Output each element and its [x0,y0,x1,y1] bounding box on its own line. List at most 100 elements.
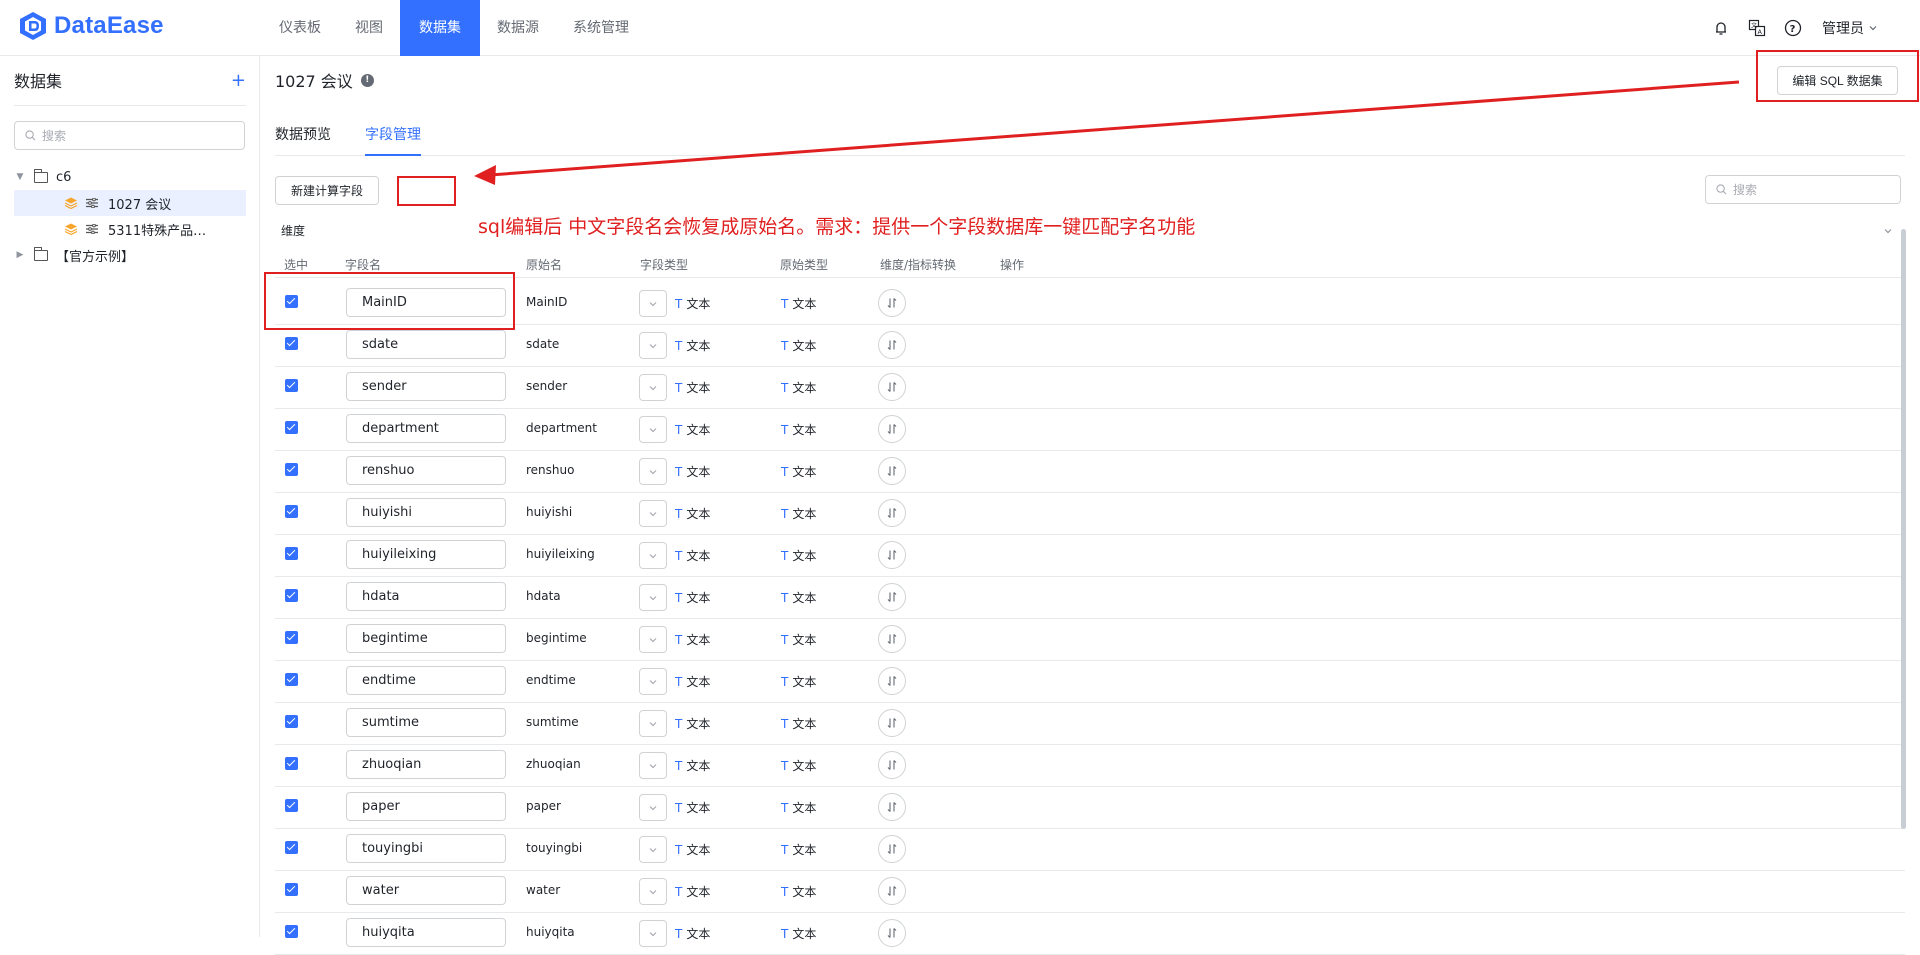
notification-icon[interactable] [1710,17,1732,39]
dim-measure-switch-button[interactable] [878,793,906,821]
dim-measure-switch-button[interactable] [878,709,906,737]
field-name-input[interactable]: paper [346,792,506,821]
field-type-select[interactable] [639,416,667,443]
dim-measure-switch-button[interactable] [878,625,906,653]
field-name-input[interactable]: water [346,876,506,905]
user-menu[interactable]: 管理员 [1822,18,1878,38]
select-checkbox[interactable] [285,799,298,812]
select-checkbox[interactable] [285,841,298,854]
field-name-input[interactable]: department [346,414,506,443]
field-type-select[interactable] [639,626,667,653]
caret-down-icon[interactable]: ▼ [14,172,26,182]
dim-measure-switch-button[interactable] [878,835,906,863]
language-icon[interactable]: 文A [1746,17,1768,39]
field-type-select[interactable] [639,920,667,947]
nav-datasource[interactable]: 数据源 [480,0,556,56]
field-name-input[interactable]: zhuoqian [346,750,506,779]
tab-data-preview[interactable]: 数据预览 [275,120,331,156]
origin-name: MainID [526,295,568,309]
dim-measure-switch-button[interactable] [878,457,906,485]
tab-field-management[interactable]: 字段管理 [365,120,421,156]
dim-measure-switch-button[interactable] [878,289,906,317]
dim-measure-switch-button[interactable] [878,541,906,569]
field-name-input[interactable]: huiyileixing [346,540,506,569]
select-checkbox[interactable] [285,631,298,644]
select-checkbox[interactable] [285,757,298,770]
tree-folder-c6[interactable]: ▼ c6 [14,164,246,190]
select-checkbox[interactable] [285,589,298,602]
add-dataset-icon[interactable]: + [231,70,246,92]
field-type-select[interactable] [639,668,667,695]
dim-measure-switch-button[interactable] [878,499,906,527]
field-name-input[interactable]: sdate [346,330,506,359]
tree-item-1027-meeting[interactable]: 1027 会议 [14,190,246,216]
help-icon[interactable]: ? [1782,17,1804,39]
field-name-input[interactable]: sender [346,372,506,401]
field-name-input[interactable]: huiyishi [346,498,506,527]
collapse-chevron-icon[interactable] [1883,226,1893,236]
field-name-input[interactable]: touyingbi [346,834,506,863]
field-name-input[interactable]: sumtime [346,708,506,737]
field-type-select[interactable] [639,794,667,821]
dim-measure-switch-button[interactable] [878,373,906,401]
new-calculated-field-button[interactable]: 新建计算字段 [275,176,379,205]
dim-measure-switch-button[interactable] [878,415,906,443]
swap-icon [887,592,897,602]
field-name-input[interactable]: endtime [346,666,506,695]
field-type-select[interactable] [639,542,667,569]
select-checkbox[interactable] [285,463,298,476]
select-checkbox[interactable] [285,715,298,728]
dim-measure-switch-button[interactable] [878,583,906,611]
field-type-select[interactable] [639,500,667,527]
field-type-select[interactable] [639,878,667,905]
field-name-input[interactable]: begintime [346,624,506,653]
chevron-down-icon [649,343,657,348]
field-name-input[interactable]: renshuo [346,456,506,485]
chevron-down-icon [649,637,657,642]
select-checkbox[interactable] [285,379,298,392]
nav-dataset[interactable]: 数据集 [400,0,480,56]
field-type-select[interactable] [639,332,667,359]
app-name: DataEase [54,12,164,39]
dim-measure-switch-button[interactable] [878,667,906,695]
logo[interactable]: DataEase [18,11,164,41]
nav-view[interactable]: 视图 [338,0,400,56]
info-icon[interactable]: ! [360,73,374,87]
text-type-icon: T [781,843,789,857]
dim-measure-switch-button[interactable] [878,751,906,779]
field-type-text: 文本 [686,717,711,731]
select-checkbox[interactable] [285,421,298,434]
field-name-input[interactable]: hdata [346,582,506,611]
select-checkbox[interactable] [285,547,298,560]
field-type-select[interactable] [639,584,667,611]
select-checkbox[interactable] [285,925,298,938]
field-search-input[interactable]: 搜索 [1705,175,1901,204]
field-name-input[interactable]: huiyqita [346,918,506,947]
field-type-select[interactable] [639,458,667,485]
field-type-select[interactable] [639,374,667,401]
field-type-select[interactable] [639,836,667,863]
nav-system[interactable]: 系统管理 [556,0,646,56]
dim-measure-switch-button[interactable] [878,919,906,947]
field-type-select[interactable] [639,752,667,779]
field-type-text: 文本 [686,465,711,479]
dim-measure-switch-button[interactable] [878,877,906,905]
text-type-icon: T [781,297,789,311]
field-type-select[interactable] [639,290,667,317]
dim-measure-switch-button[interactable] [878,331,906,359]
select-checkbox[interactable] [285,883,298,896]
select-checkbox[interactable] [285,337,298,350]
select-checkbox[interactable] [285,505,298,518]
swap-icon [887,550,897,560]
text-type-icon: T [675,801,683,815]
table-scrollbar[interactable] [1901,229,1906,829]
caret-right-icon[interactable]: ▶ [14,250,26,260]
tree-item-5311[interactable]: 5311特殊产品… [14,216,246,242]
field-type-select[interactable] [639,710,667,737]
sidebar-search-input[interactable]: 搜索 [14,121,245,150]
origin-type-label: T 文本 [781,589,816,606]
tree-folder-official-examples[interactable]: ▶ 【官方示例】 [14,242,246,268]
chevron-down-icon [649,301,657,306]
select-checkbox[interactable] [285,673,298,686]
nav-dashboard[interactable]: 仪表板 [262,0,338,56]
